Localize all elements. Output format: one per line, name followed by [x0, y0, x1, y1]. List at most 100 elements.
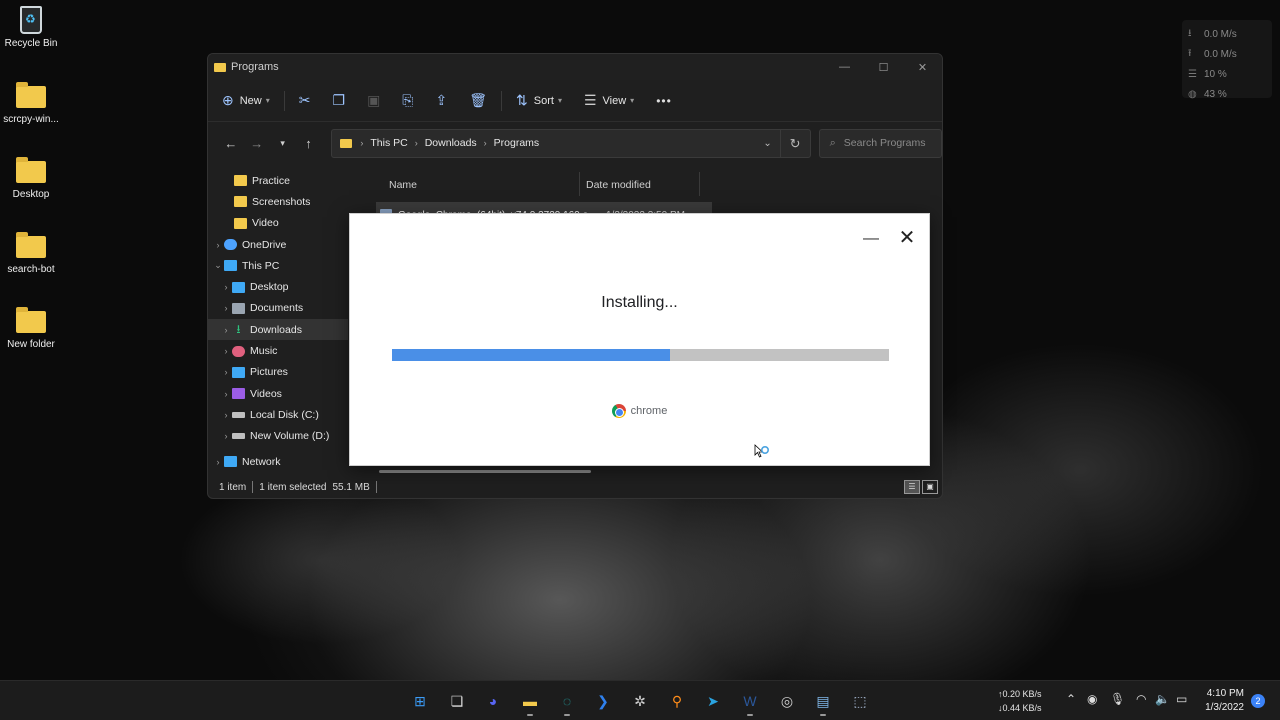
chevron-right-icon[interactable]: › [220, 303, 232, 313]
column-header-date[interactable]: Date modified [580, 172, 700, 196]
desktop-icon-label: scrcpy-win... [3, 114, 59, 125]
desktop-icon-new-folder[interactable]: New folder [0, 307, 62, 350]
search-icon: ⌕ [829, 136, 836, 149]
vscode-icon[interactable]: ❯ [592, 690, 614, 712]
nav-item-desktop[interactable]: › Desktop [208, 276, 348, 297]
install-progress-bar [392, 349, 889, 361]
start-icon[interactable]: ⊞ [409, 690, 431, 712]
remote-desktop-icon[interactable]: ▤ [812, 690, 834, 712]
nav-item-label: OneDrive [242, 238, 287, 251]
status-bar: 1 item 1 item selected 55.1 MB ☰ ▣ [208, 476, 942, 498]
refresh-button[interactable]: ↻ [779, 129, 810, 157]
cut-button[interactable]: ✂ [299, 92, 311, 109]
search-app-icon[interactable]: ⚲ [666, 690, 688, 712]
nav-item-practice[interactable]: Practice [208, 170, 348, 191]
folder-icon [16, 82, 46, 108]
nav-item-new-volume-d[interactable]: › New Volume (D:) [208, 426, 348, 447]
chevron-right-icon[interactable]: › [220, 325, 232, 335]
installing-status-text: Installing... [601, 294, 678, 311]
chevron-right-icon[interactable]: › [220, 431, 232, 441]
copy-button[interactable]: ❐ [333, 92, 346, 109]
paste-button[interactable]: ▣ [367, 92, 380, 109]
videos-icon [232, 388, 245, 400]
installer-minimize-button[interactable]: — [863, 230, 879, 248]
install-progress-fill [392, 349, 671, 361]
microphone-icon[interactable]: 🎙 [1110, 692, 1125, 706]
title-bar[interactable]: Programs — ☐ ✕ [208, 54, 942, 80]
telegram-icon[interactable]: ➤ [702, 690, 724, 712]
new-button[interactable]: ⊕ New ▾ [222, 92, 270, 109]
rename-icon: ⎘ [402, 92, 414, 108]
chevron-right-icon[interactable]: › [220, 367, 232, 377]
chevron-right-icon[interactable]: › [220, 346, 232, 356]
desktop-icon-desktop[interactable]: Desktop [0, 157, 62, 200]
breadcrumb-this-pc[interactable]: This PC [370, 137, 407, 149]
chrome-logo-icon [611, 404, 626, 418]
address-bar[interactable]: › This PC › Downloads › Programs ⌄ ↻ [331, 128, 811, 158]
nav-item-video[interactable]: Video [208, 213, 348, 234]
chrome-brand: chrome [350, 404, 929, 418]
chevron-up-icon[interactable]: ⌃ [1066, 692, 1076, 706]
details-view-button[interactable]: ☰ [904, 480, 920, 494]
chevron-right-icon[interactable]: › [212, 240, 224, 250]
file-explorer-icon[interactable]: ▬ [519, 690, 541, 712]
nav-item-videos[interactable]: › Videos [208, 383, 348, 404]
battery-icon[interactable]: ▭ [1176, 692, 1187, 706]
chevron-down-icon[interactable]: ⌄ [212, 260, 224, 271]
back-button[interactable]: ← [218, 136, 244, 151]
chevron-down-icon: ▾ [265, 96, 270, 105]
address-dropdown-button[interactable]: ⌄ [756, 138, 780, 149]
close-button[interactable]: ✕ [903, 61, 942, 74]
nav-item-this-pc[interactable]: ⌄ This PC [208, 255, 348, 276]
chevron-right-icon[interactable]: › [212, 457, 224, 467]
word-icon[interactable]: W [739, 690, 761, 712]
horizontal-scrollbar[interactable] [379, 470, 591, 473]
recycle-bin-icon [20, 6, 42, 34]
forward-button[interactable]: → [244, 136, 270, 151]
task-view-icon[interactable]: ❏ [446, 690, 468, 712]
installer-icon[interactable]: ⬚ [849, 690, 871, 712]
breadcrumb-downloads[interactable]: Downloads [425, 137, 477, 149]
minimize-button[interactable]: — [825, 61, 864, 74]
installer-close-button[interactable]: ✕ [897, 228, 917, 248]
search-box[interactable]: ⌕ Search Programs [818, 128, 942, 158]
more-options-button[interactable]: ••• [656, 94, 672, 108]
sort-button[interactable]: ⇅ Sort ▾ [516, 92, 562, 109]
download-icon: ⭳ [236, 322, 241, 337]
notification-badge[interactable]: 2 [1251, 694, 1265, 708]
up-button[interactable]: ↑ [296, 136, 322, 151]
nav-item-network[interactable]: › Network [208, 451, 348, 472]
desktop-icon-search-bot[interactable]: search-bot [0, 232, 62, 275]
maximize-button[interactable]: ☐ [864, 61, 903, 74]
rename-button[interactable]: ⎘ [402, 92, 413, 109]
breadcrumb-programs[interactable]: Programs [494, 137, 540, 149]
column-header-name[interactable]: Name [376, 172, 580, 196]
nav-item-downloads[interactable]: › ⭳ Downloads [208, 319, 348, 341]
nav-item-label: Pictures [250, 366, 288, 379]
nav-item-onedrive[interactable]: › OneDrive [208, 234, 348, 255]
nav-item-screenshots[interactable]: Screenshots [208, 191, 348, 212]
tiles-view-button[interactable]: ▣ [922, 480, 938, 494]
taskbar-clock[interactable]: 4:10 PM 1/3/2022 [1196, 687, 1244, 715]
chevron-right-icon[interactable]: › [220, 410, 232, 420]
desktop-icon-scrcpy[interactable]: scrcpy-win... [0, 82, 62, 125]
nav-item-documents[interactable]: › Documents [208, 298, 348, 319]
view-button[interactable]: ☰ View ▾ [584, 92, 634, 109]
nav-item-music[interactable]: › Music [208, 340, 348, 361]
chevron-right-icon: › [360, 138, 364, 148]
recent-locations-button[interactable]: ▾ [270, 138, 296, 149]
chevron-right-icon[interactable]: › [220, 389, 232, 399]
obs-icon[interactable]: ◎ [776, 690, 798, 712]
desktop-icon-recycle-bin[interactable]: Recycle Bin [0, 6, 62, 49]
delete-button[interactable]: 🗑 [469, 92, 487, 109]
volume-icon[interactable]: 🔈 [1155, 692, 1170, 706]
discord-tray-icon[interactable]: ◉ [1087, 692, 1097, 706]
wifi-icon[interactable]: ◠ [1136, 692, 1146, 706]
app-icon[interactable]: ✲ [629, 690, 651, 712]
share-button[interactable]: ⇪ [436, 92, 448, 109]
nav-item-pictures[interactable]: › Pictures [208, 362, 348, 383]
chevron-right-icon[interactable]: › [220, 282, 232, 292]
edge-icon[interactable]: ◌ [556, 690, 578, 712]
nav-item-local-disk-c[interactable]: › Local Disk (C:) [208, 404, 348, 425]
discord-icon[interactable]: ◕ [482, 690, 504, 712]
